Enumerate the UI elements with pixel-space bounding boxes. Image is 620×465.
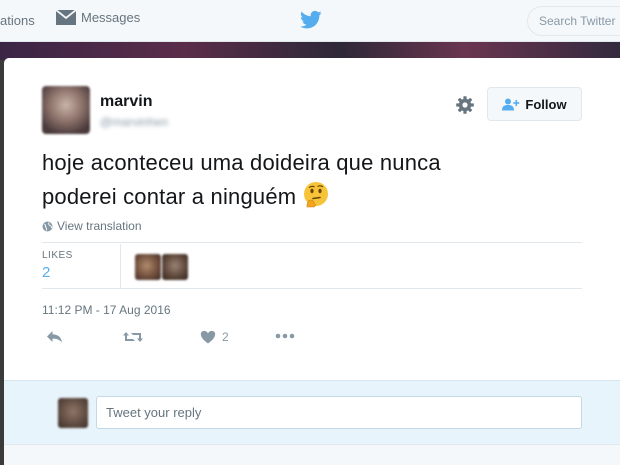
liker-avatar[interactable]	[135, 254, 161, 280]
more-options-button[interactable]	[275, 333, 295, 339]
follow-button-label: Follow	[525, 96, 567, 112]
stats-separator	[120, 244, 121, 288]
envelope-icon	[56, 10, 76, 25]
author-name[interactable]: marvin	[100, 93, 152, 111]
tweet-text-line-2: poderei contar a ninguém	[42, 180, 582, 214]
stats-bottom-divider	[42, 288, 582, 289]
liker-avatar[interactable]	[162, 254, 188, 280]
current-user-avatar	[58, 398, 88, 428]
heart-icon	[200, 330, 216, 344]
reply-icon	[47, 331, 62, 343]
globe-icon	[42, 221, 53, 231]
tweet-text-line-1: hoje aconteceu uma doideira que nunca	[42, 150, 441, 175]
tweet-modal: marvin @marvinhen Follow hoje aconteceu …	[4, 58, 620, 465]
thinking-face-emoji-icon	[304, 182, 329, 208]
likes-count-link[interactable]: 2	[42, 264, 50, 281]
search-input[interactable]: Search Twitter	[527, 6, 620, 36]
reply-button[interactable]	[46, 330, 63, 344]
nav-messages-link[interactable]: Messages	[56, 10, 140, 25]
tweet-text-line-2-text: poderei contar a ninguém	[42, 184, 297, 209]
top-nav-bar: ations Messages Search Twitter	[0, 0, 620, 42]
nav-notifications-link[interactable]: ations	[0, 13, 35, 28]
more-dots-icon	[275, 333, 295, 339]
retweet-button[interactable]	[122, 330, 144, 344]
likes-label: LIKES	[42, 250, 73, 261]
twitter-bird-icon[interactable]	[300, 10, 322, 30]
add-user-icon	[502, 98, 520, 110]
tweet-text: hoje aconteceu uma doideira que nunca po…	[42, 146, 582, 214]
reply-area: Tweet your reply	[4, 380, 620, 444]
modal-bottom-section	[4, 444, 620, 465]
reply-input[interactable]: Tweet your reply	[96, 396, 582, 429]
retweet-icon	[123, 332, 143, 342]
like-count: 2	[222, 330, 229, 344]
view-translation-label: View translation	[57, 219, 142, 233]
view-translation-link[interactable]: View translation	[42, 219, 142, 233]
nav-messages-label: Messages	[81, 10, 141, 25]
stats-top-divider	[42, 242, 582, 243]
gear-icon[interactable]	[455, 95, 475, 115]
author-handle[interactable]: @marvinhen	[100, 115, 168, 129]
like-button[interactable]: 2	[200, 330, 229, 344]
follow-button[interactable]: Follow	[487, 87, 582, 121]
tweet-timestamp: 11:12 PM - 17 Aug 2016	[42, 303, 171, 317]
author-avatar[interactable]	[42, 86, 90, 134]
